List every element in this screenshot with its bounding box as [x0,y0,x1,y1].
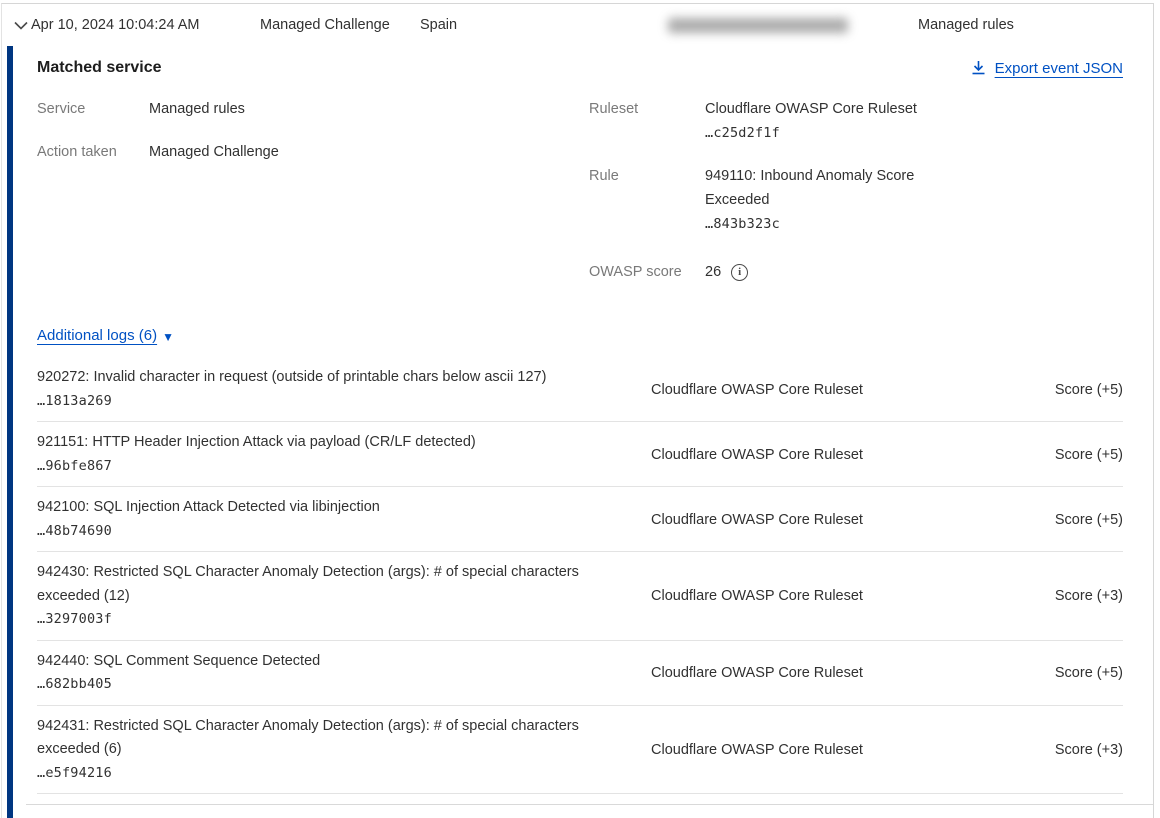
additional-logs-label: Additional logs (6) [37,327,157,344]
export-link-label: Export event JSON [995,60,1123,77]
rule-hash: …843b323c [705,216,780,232]
collapse-chevron-button[interactable] [2,21,31,30]
log-description: 942100: SQL Injection Attack Detected vi… [37,496,617,520]
additional-logs-table: 920272: Invalid character in request (ou… [37,357,1123,794]
download-icon [971,60,986,76]
rule-label: Rule [589,164,705,236]
log-description: 942430: Restricted SQL Character Anomaly… [37,561,617,608]
log-row: 942100: SQL Injection Attack Detected vi… [37,487,1123,552]
event-detail-panel: Apr 10, 2024 10:04:24 AM Managed Challen… [1,3,1154,818]
log-description: 942440: SQL Comment Sequence Detected [37,650,617,674]
ruleset-value: Cloudflare OWASP Core Ruleset …c25d2f1f [705,97,917,145]
chevron-down-icon [14,21,28,30]
log-score: Score (+5) [973,366,1123,413]
log-description: 921151: HTTP Header Injection Attack via… [37,431,617,455]
log-ruleset: Cloudflare OWASP Core Ruleset [651,366,973,413]
blurred-text [668,18,848,33]
log-ruleset: Cloudflare OWASP Core Ruleset [651,561,973,632]
log-score: Score (+5) [973,650,1123,697]
owasp-score-value: 26 [705,260,721,284]
event-timestamp: Apr 10, 2024 10:04:24 AM [31,17,260,33]
service-label: Service [37,97,149,121]
log-score: Score (+5) [973,431,1123,478]
owasp-score-label: OWASP score [589,260,705,284]
log-hash: …682bb405 [37,676,112,692]
service-value: Managed rules [149,97,245,121]
expanded-event-detail: Matched service Export event JSON Servic… [7,46,1153,818]
export-event-json-link[interactable]: Export event JSON [971,60,1123,77]
event-country: Spain [420,17,668,33]
log-score: Score (+3) [973,715,1123,786]
panel-bottom-divider [26,804,1153,805]
log-description: 942431: Restricted SQL Character Anomaly… [37,715,617,762]
log-row: 942440: SQL Comment Sequence Detected …6… [37,641,1123,706]
event-action: Managed Challenge [260,17,420,33]
log-row: 942430: Restricted SQL Character Anomaly… [37,552,1123,641]
event-summary-row[interactable]: Apr 10, 2024 10:04:24 AM Managed Challen… [2,4,1153,46]
log-row: 942431: Restricted SQL Character Anomaly… [37,706,1123,795]
redacted-host-value [668,18,918,33]
log-hash: …3297003f [37,611,112,627]
action-taken-label: Action taken [37,140,149,164]
log-description: 920272: Invalid character in request (ou… [37,366,617,390]
additional-logs-toggle[interactable]: Additional logs (6) ▼ [37,327,174,344]
log-hash: …1813a269 [37,393,112,409]
triangle-down-icon: ▼ [162,331,174,343]
log-score: Score (+3) [973,561,1123,632]
log-row: 920272: Invalid character in request (ou… [37,357,1123,422]
log-ruleset: Cloudflare OWASP Core Ruleset [651,496,973,543]
log-score: Score (+5) [973,496,1123,543]
action-taken-value: Managed Challenge [149,140,279,164]
log-hash: …e5f94216 [37,765,112,781]
matched-service-title: Matched service [37,59,162,77]
log-row: 921151: HTTP Header Injection Attack via… [37,422,1123,487]
ruleset-name: Cloudflare OWASP Core Ruleset [705,101,917,117]
rule-name: 949110: Inbound Anomaly Score Exceeded [705,168,914,208]
rule-value: 949110: Inbound Anomaly Score Exceeded …… [705,164,955,236]
log-ruleset: Cloudflare OWASP Core Ruleset [651,715,973,786]
ruleset-label: Ruleset [589,97,705,145]
ruleset-hash: …c25d2f1f [705,125,780,141]
log-ruleset: Cloudflare OWASP Core Ruleset [651,650,973,697]
event-service: Managed rules [918,17,1153,33]
log-hash: …96bfe867 [37,458,112,474]
log-hash: …48b74690 [37,523,112,539]
info-icon[interactable]: i [731,264,748,281]
log-ruleset: Cloudflare OWASP Core Ruleset [651,431,973,478]
